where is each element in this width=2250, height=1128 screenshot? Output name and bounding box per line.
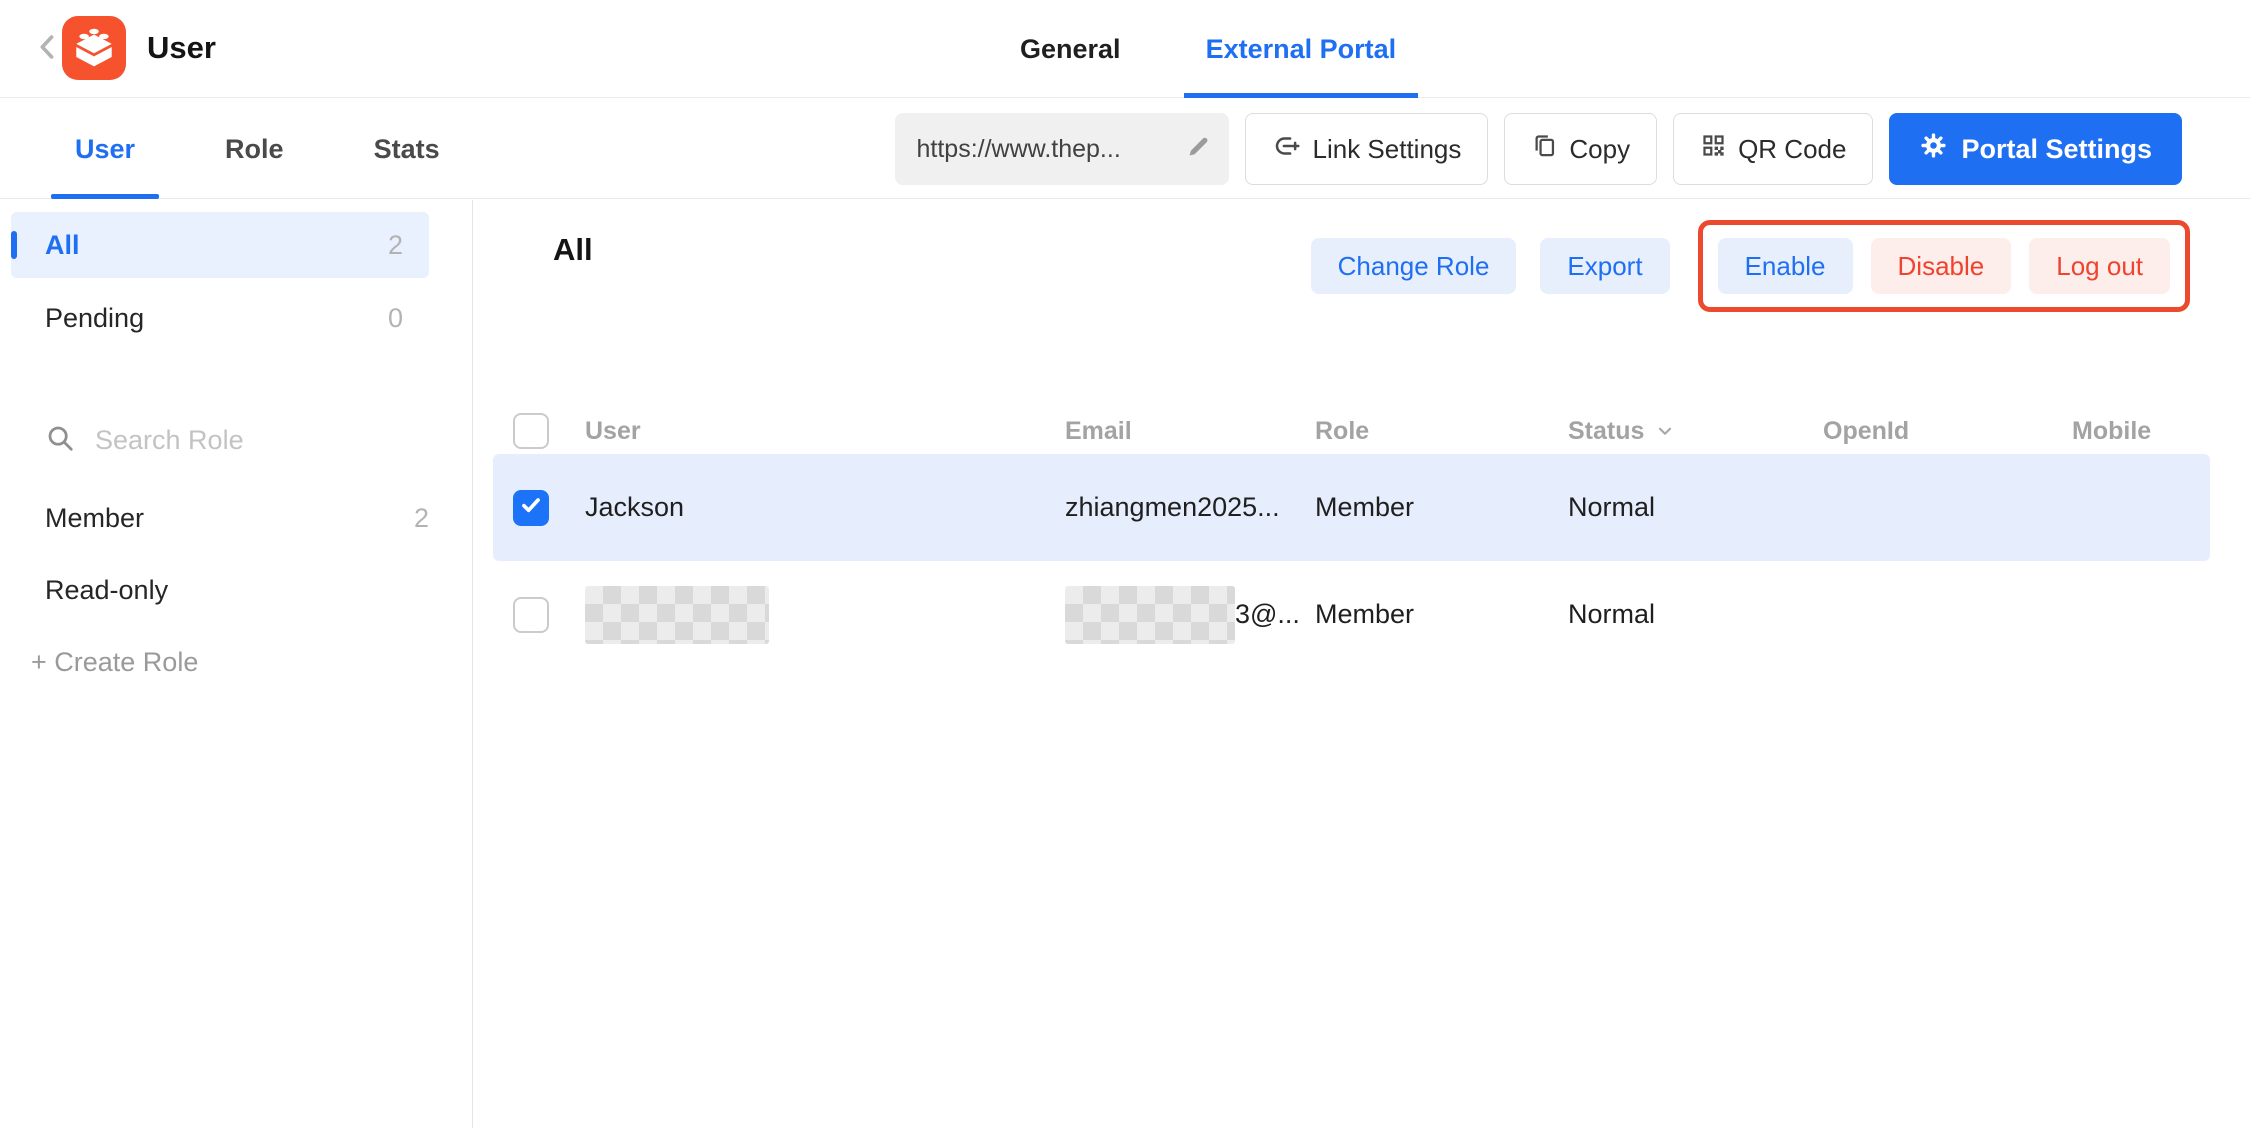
tab-role[interactable]: Role — [225, 99, 284, 199]
copy-button[interactable]: Copy — [1504, 113, 1657, 185]
sidebar-item-pending[interactable]: Pending 0 — [11, 285, 429, 351]
column-header-status: Status — [1568, 417, 1823, 446]
qr-code-button[interactable]: QR Code — [1673, 113, 1873, 185]
qr-code-icon — [1700, 132, 1727, 166]
tab-external-portal[interactable]: External Portal — [1184, 0, 1419, 98]
app-header: User General External Portal — [0, 0, 2250, 98]
chevron-down-icon[interactable] — [1654, 420, 1676, 442]
sidebar-item-count: 2 — [388, 230, 403, 261]
link-plus-icon — [1272, 131, 1302, 168]
cell-email-redacted: 3@... — [1065, 586, 1315, 644]
row-checkbox[interactable] — [513, 490, 549, 526]
portal-url-value: https://www.thep... — [917, 135, 1121, 164]
role-item-label: Read-only — [45, 575, 168, 606]
list-header: All Change Role Export Enable Disable Lo… — [474, 200, 2250, 330]
back-chevron-icon — [31, 30, 65, 69]
roles-sidebar: All 2 Pending 0 Member 2 Read-only + Cre… — [0, 200, 473, 1128]
search-role-input[interactable] — [95, 425, 449, 456]
cell-status: Normal — [1568, 492, 1823, 523]
tab-user[interactable]: User — [75, 99, 135, 199]
tab-stats[interactable]: Stats — [374, 99, 440, 199]
portal-settings-label: Portal Settings — [1961, 134, 2152, 165]
cell-status: Normal — [1568, 599, 1823, 630]
sidebar-item-read-only[interactable]: Read-only — [45, 554, 429, 626]
link-settings-button[interactable]: Link Settings — [1245, 113, 1489, 185]
column-header-openid: OpenId — [1823, 417, 2072, 446]
column-header-mobile: Mobile — [2072, 417, 2210, 446]
row-checkbox[interactable] — [513, 597, 549, 633]
link-settings-label: Link Settings — [1313, 134, 1462, 165]
export-button[interactable]: Export — [1540, 238, 1669, 294]
table-row[interactable]: 3@... Member Normal — [493, 561, 2210, 668]
select-all-checkbox[interactable] — [513, 413, 549, 449]
sidebar-item-all[interactable]: All 2 — [11, 212, 429, 278]
search-icon — [45, 423, 75, 458]
redacted-email-mosaic — [1065, 586, 1235, 644]
app-logo — [62, 16, 126, 80]
bulk-actions: Change Role Export Enable Disable Log ou… — [1311, 220, 2190, 312]
back-button[interactable] — [30, 31, 66, 67]
cell-user: Jackson — [585, 492, 1065, 523]
disable-button[interactable]: Disable — [1871, 238, 2012, 294]
role-item-count: 2 — [414, 503, 429, 534]
change-role-button[interactable]: Change Role — [1311, 238, 1517, 294]
cell-role: Member — [1315, 599, 1568, 630]
role-item-label: Member — [45, 503, 144, 534]
sidebar-item-count: 0 — [388, 303, 403, 334]
table-header-row: User Email Role Status OpenId Mobile — [493, 408, 2210, 454]
email-suffix: 3@... — [1235, 599, 1300, 630]
user-list-panel: All Change Role Export Enable Disable Lo… — [474, 200, 2250, 1128]
copy-icon — [1531, 132, 1558, 166]
copy-label: Copy — [1569, 134, 1630, 165]
tab-general[interactable]: General — [1020, 0, 1121, 98]
cell-email: zhiangmen2025... — [1065, 492, 1315, 523]
sidebar-item-label: All — [45, 230, 80, 261]
check-icon — [518, 492, 544, 523]
list-title: All — [553, 232, 593, 268]
qr-code-label: QR Code — [1738, 134, 1846, 165]
table-row[interactable]: Jackson zhiangmen2025... Member Normal — [493, 454, 2210, 561]
enable-button[interactable]: Enable — [1718, 238, 1853, 294]
create-role-button[interactable]: + Create Role — [31, 626, 472, 698]
portal-tabs: General External Portal — [1020, 0, 1418, 98]
edit-pencil-icon[interactable] — [1185, 134, 1211, 165]
portal-settings-button[interactable]: Portal Settings — [1889, 113, 2182, 185]
secondary-toolbar: User Role Stats https://www.thep... Link… — [0, 99, 2250, 199]
column-header-role: Role — [1315, 417, 1568, 446]
column-header-user: User — [585, 417, 1065, 446]
status-header-label: Status — [1568, 417, 1644, 446]
section-tabs: User Role Stats — [75, 99, 440, 199]
brick-logo-icon — [69, 21, 119, 76]
annotation-highlight-box: Enable Disable Log out — [1698, 220, 2190, 312]
column-header-email: Email — [1065, 417, 1315, 446]
cell-role: Member — [1315, 492, 1568, 523]
sidebar-item-label: Pending — [45, 303, 144, 334]
portal-url-field[interactable]: https://www.thep... — [895, 113, 1229, 185]
user-table: User Email Role Status OpenId Mobile Jac… — [493, 408, 2210, 668]
cell-user-redacted — [585, 586, 1065, 644]
toolbar-actions: https://www.thep... Link Settings Copy Q… — [895, 113, 2183, 185]
gear-icon — [1919, 131, 1948, 167]
role-search — [45, 423, 429, 458]
sidebar-item-member[interactable]: Member 2 — [45, 482, 429, 554]
page-title: User — [147, 30, 216, 66]
role-list: Member 2 Read-only + Create Role — [0, 482, 472, 698]
log-out-button[interactable]: Log out — [2029, 238, 2170, 294]
redacted-name-mosaic — [585, 586, 769, 644]
